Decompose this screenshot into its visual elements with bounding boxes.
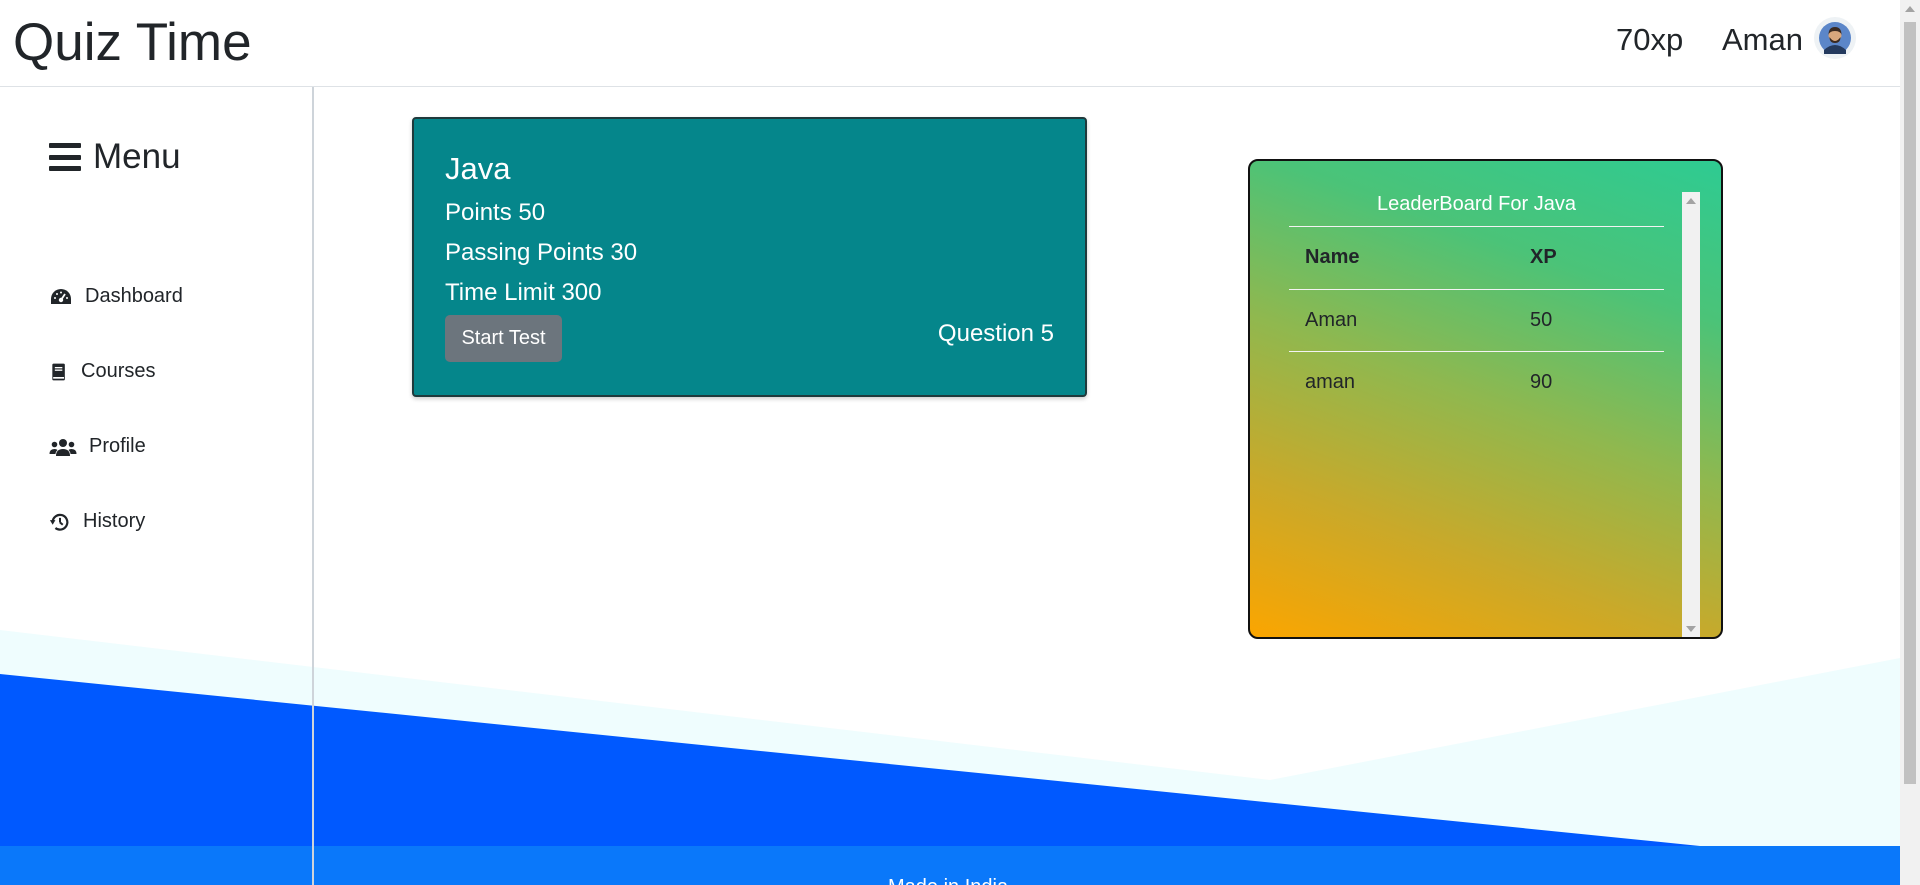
sidebar-item-label: Courses [81,360,156,382]
quiz-points: Points 50 [445,199,546,226]
sidebar-item-history[interactable]: History [49,510,145,533]
sidebar-item-label: Dashboard [85,285,183,307]
dashboard-icon [51,288,71,304]
leader-name: aman [1305,370,1356,393]
sidebar-item-label: Profile [89,435,146,457]
scroll-down-icon[interactable] [1686,626,1696,632]
sidebar: Menu Dashboard Courses Profile History [0,87,314,885]
table-header-row: Name XP [1289,227,1664,290]
book-icon [52,363,65,380]
table-row: Aman 50 [1289,289,1664,352]
sidebar-item-label: History [83,510,146,532]
scrollbar-thumb[interactable] [1904,22,1916,784]
quiz-card: Java Points 50 Passing Points 30 Time Li… [412,117,1087,397]
question-count: Question 5 [937,320,1054,347]
menu-label: Menu [93,137,181,176]
quiz-passing-points: Passing Points 30 [445,239,638,266]
users-icon [49,438,77,456]
footer-text: Made in India [888,876,1008,885]
xp-counter: 70xp [1616,22,1684,57]
table-row: aman 90 [1289,351,1664,413]
quiz-time-limit: Time Limit 300 [445,279,602,306]
column-header-name: Name [1289,227,1514,290]
username[interactable]: Aman [1722,22,1803,58]
leaderboard-table: Name XP Aman 50 aman 90 [1289,227,1664,413]
user-avatar-icon [1819,22,1851,54]
hamburger-icon[interactable] [49,143,81,171]
leaderboard-panel: LeaderBoard For Java Name XP Aman 50 ama… [1248,159,1723,639]
sidebar-item-courses[interactable]: Courses [49,360,155,383]
app-title: Quiz Time [13,13,252,72]
column-header-xp: XP [1514,227,1664,290]
leaderboard-title: LeaderBoard For Java [1289,189,1664,227]
scroll-up-icon[interactable] [1686,198,1696,204]
start-test-button[interactable]: Start Test [445,315,562,362]
leader-xp: 90 [1530,370,1553,393]
leaderboard-scrollbar[interactable] [1682,192,1700,637]
avatar[interactable] [1814,17,1856,59]
quiz-subject: Java [445,151,511,186]
page-scrollbar[interactable] [1900,0,1920,885]
menu-header[interactable]: Menu [49,137,181,177]
leader-name: Aman [1289,289,1514,352]
leader-xp: 50 [1514,289,1664,352]
sidebar-item-dashboard[interactable]: Dashboard [49,285,183,308]
sidebar-item-profile[interactable]: Profile [49,435,146,458]
top-navbar: Quiz Time 70xp Aman [0,0,1900,87]
history-icon [49,513,69,531]
scroll-up-icon[interactable] [1905,6,1915,12]
leaderboard-scroll-area[interactable]: LeaderBoard For Java Name XP Aman 50 ama… [1289,189,1664,629]
